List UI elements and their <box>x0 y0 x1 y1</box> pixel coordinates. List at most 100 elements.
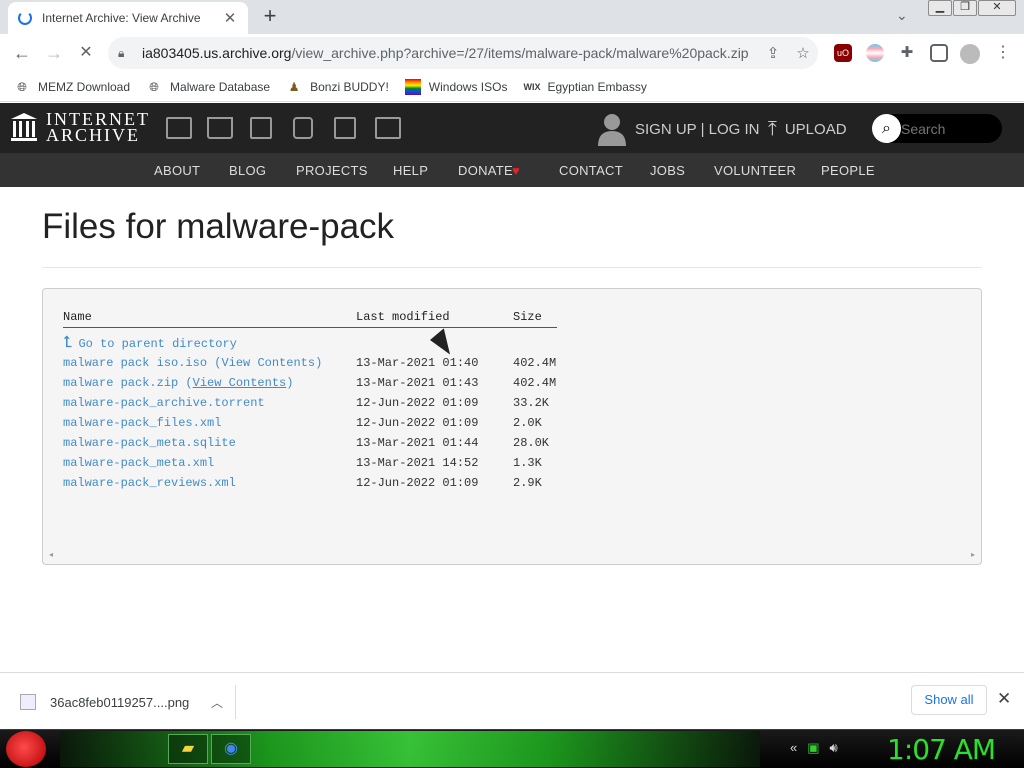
file-size: 2.0K <box>513 416 542 430</box>
images-icon[interactable] <box>375 117 401 139</box>
table-row: malware pack iso.iso (View Contents) 13-… <box>63 356 557 370</box>
bookmark-star-icon[interactable]: ☆ <box>788 44 818 62</box>
volume-icon[interactable]: 🔊︎ <box>830 740 838 756</box>
tab-close-icon[interactable]: ✕ <box>222 9 238 27</box>
nav-jobs[interactable]: JOBS <box>650 163 685 178</box>
bookmark-egyptian-embassy[interactable]: WIX Egyptian Embassy <box>523 79 646 95</box>
file-link[interactable]: malware pack iso.iso <box>63 356 207 370</box>
ublock-icon[interactable]: uO <box>834 44 852 62</box>
nav-donate[interactable]: DONATE <box>458 163 513 178</box>
file-size: 33.2K <box>513 396 550 410</box>
horizontal-scrollbar[interactable]: ◂ ▸ <box>49 550 975 560</box>
texts-book-icon[interactable] <box>207 117 233 139</box>
file-link[interactable]: malware-pack_meta.xml <box>63 456 214 470</box>
windows-flag-icon <box>404 78 421 95</box>
back-button[interactable]: ← <box>8 39 36 67</box>
table-row: malware-pack_archive.torrent 12-Jun-2022… <box>63 396 623 412</box>
archive-temple-icon <box>11 113 37 141</box>
view-contents-link[interactable]: View Contents <box>193 376 287 390</box>
start-button[interactable] <box>6 731 46 767</box>
file-link[interactable]: malware-pack_files.xml <box>63 416 221 430</box>
download-filename: 36ac8feb0119257....png <box>50 694 190 710</box>
audio-speaker-icon[interactable] <box>293 117 313 139</box>
taskbar-glow <box>60 731 760 767</box>
file-listing: Name Last modified Size ⮤ Go to parent di… <box>42 288 982 565</box>
upload-link[interactable]: ⤒ UPLOAD <box>768 118 847 141</box>
taskbar-clock[interactable]: 1:07 AM <box>887 733 996 766</box>
file-link[interactable]: malware-pack_reviews.xml <box>63 476 236 490</box>
extension-flag-icon[interactable] <box>866 44 884 62</box>
software-floppy-icon[interactable] <box>334 117 356 139</box>
logo-text-line2: ARCHIVE <box>46 125 140 145</box>
nav-help[interactable]: HELP <box>393 163 428 178</box>
new-tab-button[interactable]: + <box>258 5 282 29</box>
file-modified: 12-Jun-2022 01:09 <box>356 476 479 490</box>
ia-search-box[interactable]: ⌕ <box>872 114 1002 143</box>
nav-projects[interactable]: PROJECTS <box>296 163 368 178</box>
image-file-icon <box>20 694 36 710</box>
tray-up-icon[interactable]: « <box>790 740 797 756</box>
nav-about[interactable]: ABOUT <box>154 163 200 178</box>
file-size: 402.4M <box>513 356 557 370</box>
downloads-bar: 36ac8feb0119257....png ︿ Show all ✕ <box>0 672 1024 729</box>
explorer-folder-icon[interactable]: ▰ <box>168 734 208 764</box>
globe-icon: 🌐︎ <box>17 79 27 94</box>
user-icon <box>598 114 626 146</box>
file-modified: 12-Jun-2022 01:09 <box>356 396 479 410</box>
forward-button[interactable]: → <box>40 39 68 67</box>
extensions-puzzle-icon[interactable]: ✚ <box>898 44 916 62</box>
stop-loading-button[interactable]: ✕ <box>72 39 100 67</box>
nav-people[interactable]: PEOPLE <box>821 163 875 178</box>
bookmark-windows-isos[interactable]: Windows ISOs <box>404 78 507 95</box>
scroll-left-icon[interactable]: ◂ <box>49 550 53 559</box>
file-size: 28.0K <box>513 436 550 450</box>
file-link[interactable]: malware-pack_meta.sqlite <box>63 436 236 450</box>
web-icon[interactable] <box>166 117 192 139</box>
chrome-icon[interactable]: ◉ <box>211 734 251 764</box>
page-title: Files for malware-pack <box>42 207 395 246</box>
address-bar[interactable]: 🔒︎ ia803405.us.archive.org/view_archive.… <box>108 37 818 69</box>
show-all-button[interactable]: Show all <box>911 685 987 715</box>
view-contents-link[interactable]: View Contents <box>221 356 315 370</box>
chevron-up-icon[interactable]: ︿ <box>211 694 235 711</box>
tab-search-chevron-icon[interactable]: ⌄ <box>896 7 908 24</box>
url-text[interactable]: ia803405.us.archive.org/view_archive.php… <box>142 45 758 61</box>
close-window-button[interactable]: ✕ <box>978 0 1016 16</box>
bookmark-bonzi[interactable]: ♟ Bonzi BUDDY! <box>286 79 389 95</box>
close-downloads-icon[interactable]: ✕ <box>997 689 1011 709</box>
file-link[interactable]: malware-pack_archive.torrent <box>63 396 265 410</box>
lock-icon[interactable]: 🔒︎ <box>118 46 132 61</box>
search-input[interactable] <box>901 120 996 137</box>
nav-contact[interactable]: CONTACT <box>559 163 623 178</box>
download-item[interactable]: 36ac8feb0119257....png ︿ <box>14 685 236 719</box>
upload-arrow-icon: ⤒ <box>768 118 777 140</box>
bookmark-malware-database[interactable]: 🌐︎ Malware Database <box>146 79 270 95</box>
parent-directory-link[interactable]: ⮤ Go to parent directory <box>63 334 237 352</box>
tab-active[interactable]: Internet Archive: View Archive ✕ <box>8 2 248 34</box>
signup-login-link[interactable]: SIGN UP | LOG IN <box>597 112 759 146</box>
nav-volunteer[interactable]: VOLUNTEER <box>714 163 796 178</box>
nav-blog[interactable]: BLOG <box>229 163 266 178</box>
bonzi-icon: ♟ <box>288 79 300 94</box>
file-size: 1.3K <box>513 456 542 470</box>
file-modified: 13-Mar-2021 14:52 <box>356 456 479 470</box>
ia-logo[interactable]: INTERNET ARCHIVE <box>10 110 150 145</box>
tab-strip: Internet Archive: View Archive ✕ + ⌄ ▁ ❐… <box>0 0 1024 34</box>
restore-button[interactable]: ❐ <box>953 0 977 16</box>
video-film-icon[interactable] <box>250 117 272 139</box>
share-icon[interactable]: ⇪ <box>758 44 788 62</box>
scroll-right-icon[interactable]: ▸ <box>971 550 975 559</box>
network-icon[interactable]: ▣ <box>807 740 819 756</box>
bookmark-memz[interactable]: 🌐︎ MEMZ Download <box>14 79 130 95</box>
menu-kebab-icon[interactable]: ⋮ <box>994 44 1012 62</box>
system-tray: « ▣ 🔊︎ <box>790 740 838 756</box>
loading-spinner-icon <box>18 11 32 25</box>
table-row: malware-pack_reviews.xml 12-Jun-2022 01:… <box>63 476 623 492</box>
table-row: malware pack.zip (View Contents) 13-Mar-… <box>63 376 557 390</box>
search-icon[interactable]: ⌕ <box>872 114 901 143</box>
profile-avatar-icon[interactable] <box>960 44 980 64</box>
minimize-button[interactable]: ▁ <box>928 0 952 16</box>
side-panel-icon[interactable] <box>930 44 948 62</box>
file-modified: 12-Jun-2022 01:09 <box>356 416 479 430</box>
file-link[interactable]: malware pack.zip <box>63 376 178 390</box>
